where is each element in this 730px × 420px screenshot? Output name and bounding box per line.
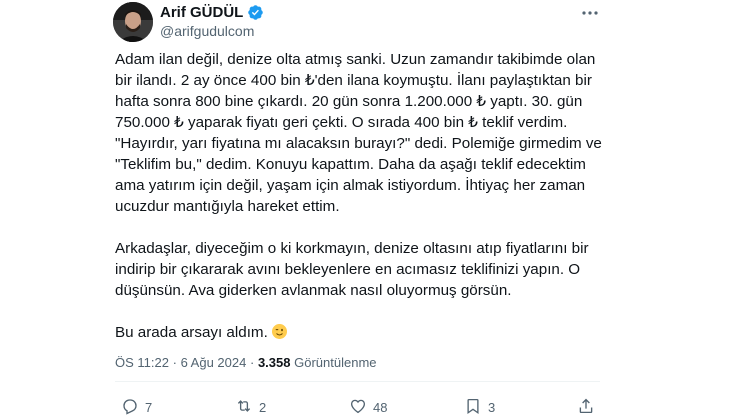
tweet-time[interactable]: ÖS 11:22 bbox=[115, 355, 169, 370]
avatar[interactable] bbox=[113, 2, 153, 42]
tweet-date[interactable]: 6 Ağu 2024 bbox=[181, 355, 247, 370]
retweet-count: 2 bbox=[259, 400, 267, 415]
retweet-button[interactable]: 2 bbox=[235, 397, 266, 418]
action-bar: 7 2 48 3 bbox=[115, 397, 600, 419]
winking-face-emoji bbox=[271, 324, 287, 339]
author-handle[interactable]: @arifgudulcom bbox=[160, 23, 254, 39]
reply-button[interactable]: 7 bbox=[121, 397, 152, 418]
bookmark-button[interactable]: 3 bbox=[464, 397, 495, 418]
tweet-paragraph: Arkadaşlar, diyeceğim o ki korkmayın, de… bbox=[115, 240, 589, 299]
divider bbox=[115, 381, 600, 382]
verified-badge-icon bbox=[247, 4, 264, 21]
tweet-text: Adam ilan değil, denize olta atmış sanki… bbox=[115, 49, 615, 343]
tweet-paragraph-last: Bu arada arsayı aldım. bbox=[115, 322, 615, 343]
tweet-card: Arif GÜDÜL @arifgudulcom Adam ilan değil… bbox=[0, 0, 730, 420]
bookmark-count: 3 bbox=[488, 400, 496, 415]
author-name-row: Arif GÜDÜL bbox=[160, 4, 264, 21]
like-icon bbox=[349, 397, 367, 418]
share-button[interactable] bbox=[577, 397, 595, 418]
reply-count: 7 bbox=[145, 400, 153, 415]
more-options-icon[interactable] bbox=[580, 6, 600, 20]
tweet-meta: ÖS 11:22 · 6 Ağu 2024 · 3.358 Görüntülen… bbox=[115, 355, 377, 370]
share-icon bbox=[577, 397, 595, 418]
meta-separator: · bbox=[172, 355, 177, 370]
like-count: 48 bbox=[373, 400, 388, 415]
retweet-icon bbox=[235, 397, 253, 418]
reply-icon bbox=[121, 397, 139, 418]
meta-separator: · bbox=[249, 355, 255, 370]
views-label: Görüntülenme bbox=[294, 355, 377, 370]
author-name[interactable]: Arif GÜDÜL bbox=[160, 4, 243, 21]
tweet-paragraph-text: Bu arada arsayı aldım. bbox=[115, 324, 268, 341]
bookmark-icon bbox=[464, 397, 482, 418]
views-count: 3.358 bbox=[257, 355, 291, 370]
tweet-paragraph: Adam ilan değil, denize olta atmış sanki… bbox=[115, 51, 602, 215]
like-button[interactable]: 48 bbox=[349, 397, 387, 418]
